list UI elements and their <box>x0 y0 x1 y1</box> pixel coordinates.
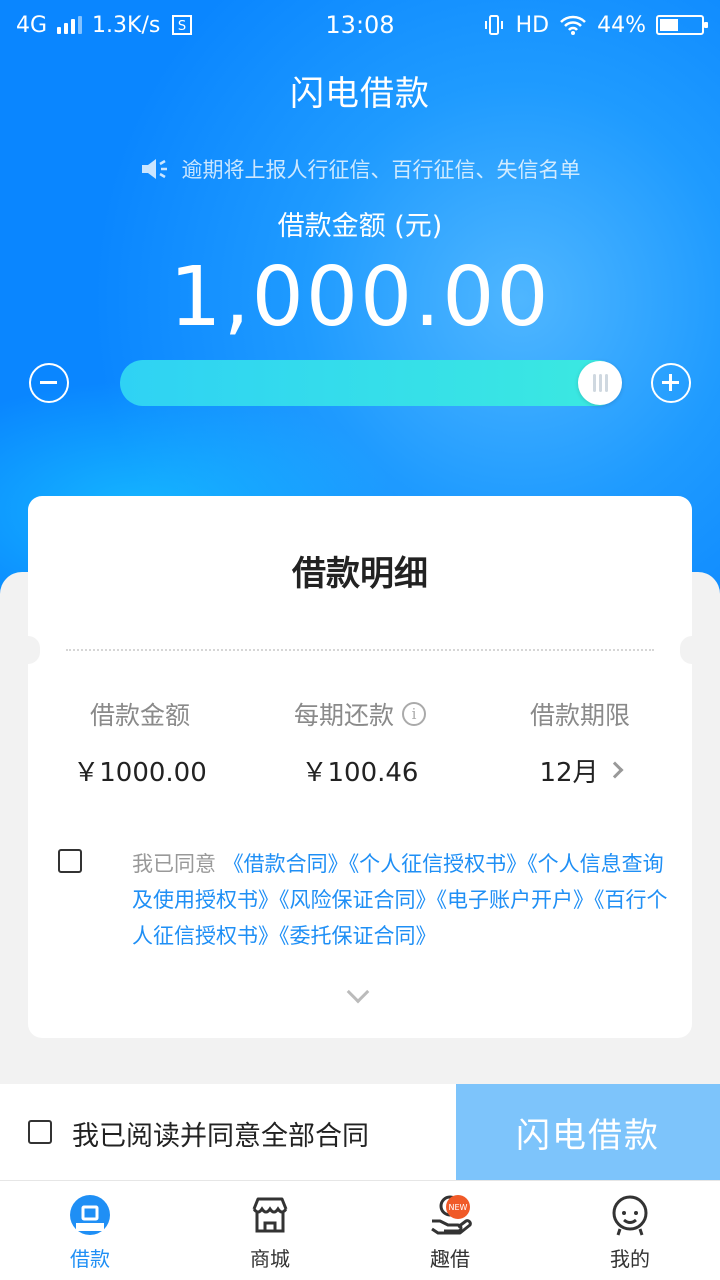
info-icon[interactable]: i <box>402 702 426 726</box>
bottom-tab-bar: 借款 商城 趣借 我的 <box>0 1180 720 1280</box>
slider-track[interactable] <box>120 360 622 406</box>
submit-loan-button[interactable]: 闪电借款 <box>456 1084 720 1180</box>
slider-thumb[interactable] <box>578 361 622 405</box>
notice-text: 逾期将上报人行征信、百行征信、失信名单 <box>181 158 581 182</box>
tab-loan-label: 借款 <box>70 1247 110 1271</box>
contract-link[interactable]: 《个人征信授权书》 <box>349 852 528 876</box>
network-speed: 1.3K/s <box>92 12 161 38</box>
status-bar: 4G 1.3K/s S 13:08 HD 44% <box>0 0 720 50</box>
overdue-notice: 逾期将上报人行征信、百行征信、失信名单 <box>0 154 720 184</box>
summary-installment-value: ￥100.46 <box>301 757 419 788</box>
chevron-right-icon <box>606 761 624 779</box>
summary-term-value: 12月 <box>539 757 599 788</box>
hd-indicator: HD <box>515 12 550 38</box>
clock: 13:08 <box>325 11 395 39</box>
summary-amount: 借款金额 ￥1000.00 <box>30 696 250 788</box>
summary-amount-label: 借款金额 <box>89 701 190 730</box>
summary-amount-value: ￥1000.00 <box>73 757 207 788</box>
network-type: 4G <box>16 12 48 38</box>
tab-store-label: 商城 <box>250 1247 290 1271</box>
contract-link[interactable]: 《电子账户开户》 <box>437 888 595 912</box>
card-notch-left <box>16 636 40 664</box>
tab-fun-loan-label: 趣借 <box>430 1247 470 1271</box>
tab-mine[interactable]: 我的 <box>540 1181 720 1280</box>
vibrate-icon <box>484 15 503 35</box>
agree-all-label[interactable]: 我已阅读并同意全部合同 <box>72 1114 369 1153</box>
summary-term-label: 借款期限 <box>529 701 630 730</box>
card-notch-right <box>680 636 704 664</box>
summary-term[interactable]: 借款期限 12月 <box>470 696 690 788</box>
page-title: 闪电借款 <box>290 74 430 114</box>
card-title: 借款明细 <box>292 554 428 594</box>
battery-percent: 44% <box>597 12 646 38</box>
speaker-icon <box>141 159 167 179</box>
amount-slider <box>0 360 720 406</box>
agree-all-checkbox[interactable] <box>28 1120 52 1144</box>
agreement-checkbox[interactable] <box>58 849 82 873</box>
signal-icon <box>57 16 83 34</box>
summary-installment-label: 每期还款 <box>293 701 394 730</box>
loan-icon <box>70 1195 110 1235</box>
agreement-prefix: 我已同意 <box>132 852 216 876</box>
loan-detail-card: 借款明细 借款金额 ￥1000.00 每期还款 i ￥100.46 借款期限 1… <box>16 496 704 1038</box>
tab-mine-label: 我的 <box>610 1247 650 1271</box>
action-bar: 我已阅读并同意全部合同 闪电借款 <box>0 1084 720 1180</box>
summary-installment: 每期还款 i ￥100.46 <box>250 696 470 788</box>
contract-agreement: 我已同意 《借款合同》《个人征信授权书》《个人信息查询及使用授权书》《风险保证合… <box>58 846 678 954</box>
contract-link[interactable]: 《借款合同》 <box>223 852 349 876</box>
new-badge: NEW <box>446 1195 470 1219</box>
contract-link[interactable]: 《委托保证合同》 <box>279 924 437 948</box>
tab-fun-loan[interactable]: 趣借 <box>360 1181 540 1280</box>
store-icon <box>252 1197 288 1233</box>
profile-icon <box>612 1195 648 1236</box>
decrease-amount-button[interactable] <box>29 363 69 403</box>
svg-text:S: S <box>178 19 186 34</box>
increase-amount-button[interactable] <box>651 363 691 403</box>
tab-store[interactable]: 商城 <box>180 1181 360 1280</box>
divider <box>66 649 654 651</box>
tab-loan[interactable]: 借款 <box>0 1181 180 1280</box>
chevron-down-icon[interactable] <box>346 980 370 1004</box>
contract-link[interactable]: 《风险保证合同》 <box>279 888 437 912</box>
amount-label: 借款金额 (元) <box>277 211 443 242</box>
wifi-icon <box>560 15 586 35</box>
agreement-text: 我已同意 《借款合同》《个人征信授权书》《个人信息查询及使用授权书》《风险保证合… <box>132 846 678 954</box>
screenshot-icon: S <box>172 15 193 35</box>
battery-icon <box>656 15 708 35</box>
loan-amount: 1,000.00 <box>169 250 551 345</box>
